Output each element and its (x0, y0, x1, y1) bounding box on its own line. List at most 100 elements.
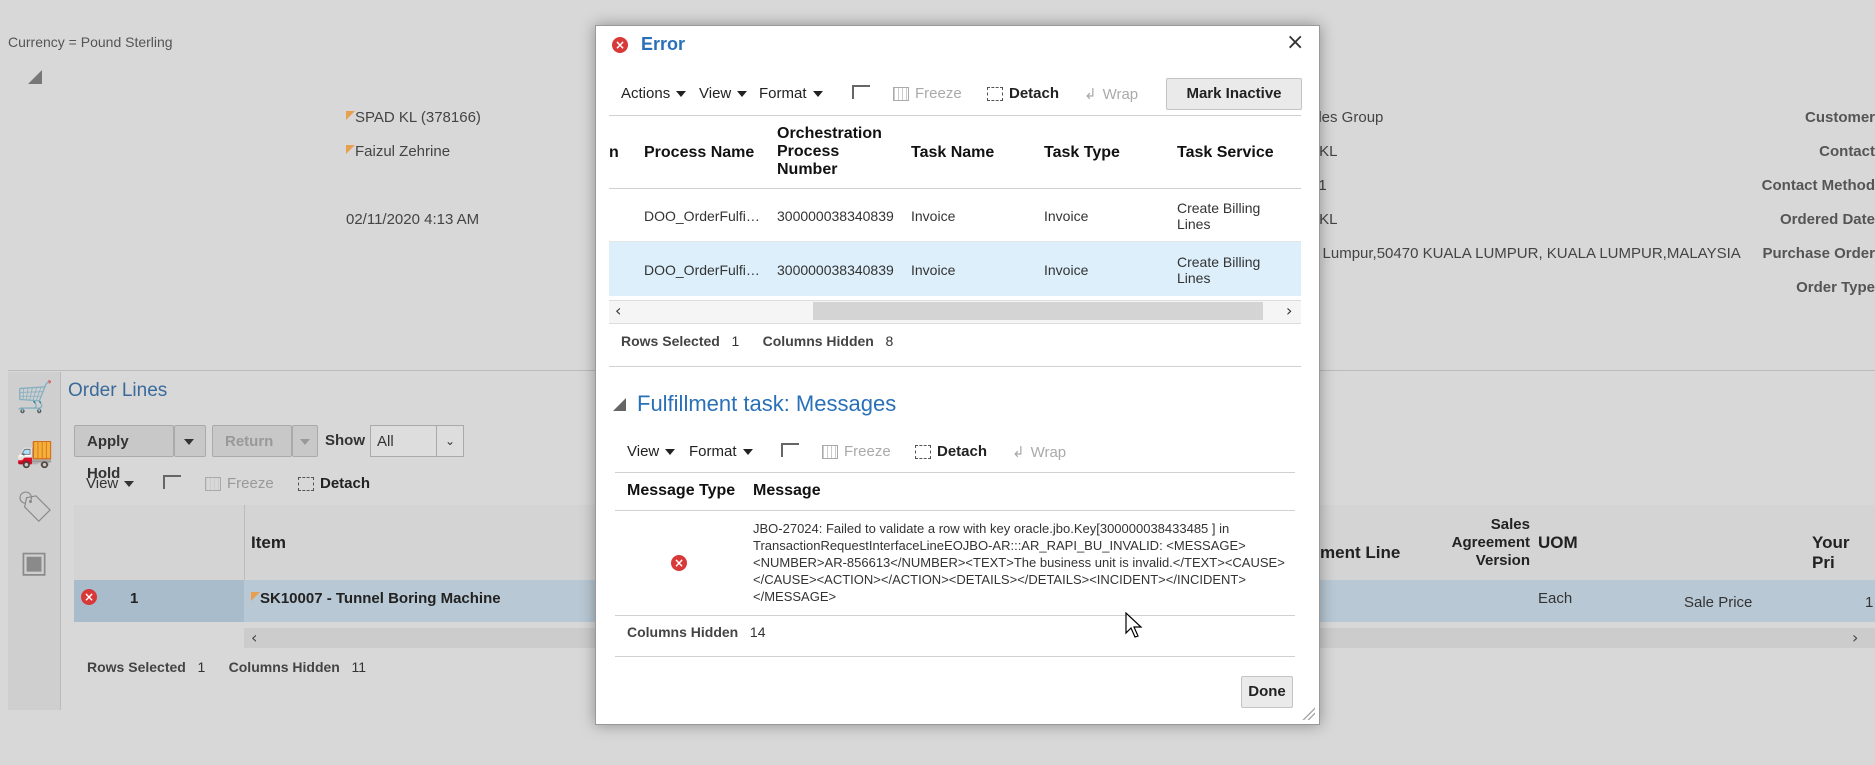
message-type-header[interactable]: Message Type (627, 482, 735, 500)
scroll-left-icon[interactable]: ‹ (615, 301, 621, 320)
row-number: 1 (130, 590, 139, 607)
freeze-button[interactable]: Freeze (822, 443, 891, 460)
customer-value-text: SPAD KL (378166) (355, 109, 481, 126)
task-name-cell: Invoice (911, 208, 956, 224)
task-service-header[interactable]: Task Service (1177, 144, 1274, 162)
message-error-icon: × (671, 554, 687, 571)
row-uom: Each (1538, 590, 1573, 607)
item-column-header[interactable]: Item (251, 533, 286, 553)
messages-section-title: Fulfillment task: Messages (637, 391, 897, 416)
process-number-cell: 300000038340839 (777, 262, 894, 278)
detach-icon (987, 86, 1003, 101)
contact-card-icon[interactable]: ▣ (16, 545, 52, 581)
detach-button[interactable]: Detach (915, 443, 987, 460)
return-label: Return (225, 433, 274, 450)
wrap-icon: ↲ (1012, 443, 1025, 461)
scroll-right-icon[interactable]: › (1286, 301, 1292, 320)
view-menu[interactable]: View (86, 475, 135, 492)
collapse-triangle-icon[interactable] (613, 398, 626, 411)
format-menu[interactable]: Format (689, 443, 753, 460)
freeze-label: Freeze (844, 443, 891, 460)
cart-icon[interactable]: 🛒 (16, 380, 53, 416)
order-lines-title: Order Lines (68, 380, 168, 401)
header-divider (615, 510, 1295, 511)
wrap-icon: ↲ (1084, 85, 1097, 103)
apply-hold-dropdown[interactable] (174, 425, 206, 457)
format-label: Format (759, 85, 807, 102)
freeze-button[interactable]: Freeze (893, 85, 962, 102)
process-name-header[interactable]: Process Name (644, 144, 754, 162)
contact-value[interactable]: Faizul Zehrine (346, 143, 450, 160)
line-column-header[interactable]: ment Line (1320, 543, 1400, 563)
scrollbar-thumb[interactable] (813, 302, 1263, 320)
caret-down-icon (184, 439, 194, 446)
detach-icon (298, 476, 314, 491)
ordered-date-label: Ordered Date (1779, 211, 1875, 228)
apply-hold-button[interactable]: Apply Hold (74, 425, 174, 482)
tag-icon[interactable]: 🏷 (16, 490, 54, 526)
wrap-button[interactable]: ↲ Wrap (1012, 443, 1066, 461)
detach-button[interactable]: Detach (298, 475, 370, 492)
columns-hidden-value: 11 (351, 659, 367, 675)
contact-label: Contact (1819, 143, 1875, 160)
mouse-pointer-icon (1125, 612, 1143, 638)
messages-status: Columns Hidden 14 (627, 624, 765, 640)
task-service-cell: Create Billing Lines (1177, 200, 1261, 232)
truck-icon[interactable]: 🚚 (16, 435, 53, 471)
process-name-cell: DOO_OrderFulfi… (644, 208, 760, 224)
filter-icon[interactable] (852, 85, 870, 102)
row-error-icon[interactable]: × (81, 588, 97, 605)
row-divider (615, 615, 1295, 616)
scroll-right-icon[interactable]: › (1852, 628, 1858, 647)
return-dropdown[interactable] (292, 425, 318, 457)
chevron-down-icon[interactable]: ⌄ (436, 426, 463, 456)
done-button[interactable]: Done (1241, 676, 1293, 708)
rows-selected-label: Rows Selected (621, 333, 720, 349)
task-type-header[interactable]: Task Type (1044, 144, 1120, 162)
divider (615, 656, 1295, 657)
columns-hidden-label: Columns Hidden (228, 659, 340, 675)
ordered-date-value: 02/11/2020 4:13 AM (346, 211, 480, 228)
task-name-header[interactable]: Task Name (911, 144, 994, 162)
filter-icon[interactable] (163, 475, 181, 492)
scroll-left-icon[interactable]: ‹ (251, 628, 257, 647)
rows-selected-label: Rows Selected (87, 659, 186, 675)
view-menu[interactable]: View (699, 85, 748, 102)
contact-method-label: Contact Method (1761, 177, 1875, 194)
actions-label: Actions (621, 85, 671, 102)
price-column-header[interactable]: Your Pri (1812, 533, 1875, 573)
format-menu[interactable]: Format (759, 85, 823, 102)
freeze-icon (822, 444, 838, 459)
return-button[interactable]: Return (212, 425, 292, 457)
order-type-label: Order Type (1796, 279, 1875, 296)
filter-icon[interactable] (781, 443, 799, 460)
flag-icon (346, 145, 355, 154)
caret-down-icon (124, 481, 135, 488)
columns-hidden-value: 14 (749, 624, 766, 640)
orchestration-process-number-header[interactable]: Orchestration Process Number (777, 125, 897, 179)
mark-inactive-button[interactable]: Mark Inactive (1166, 78, 1302, 110)
task-service-cell: Create Billing Lines (1177, 254, 1261, 286)
collapse-triangle-icon[interactable] (28, 70, 42, 84)
side-rail (8, 372, 61, 710)
rows-selected-value: 1 (731, 333, 740, 349)
wrap-label: Wrap (1030, 443, 1067, 461)
grid-header-cell (74, 505, 244, 581)
columns-hidden-label: Columns Hidden (627, 624, 739, 640)
right-field-1: ales Group (1310, 109, 1384, 126)
caret-down-icon (742, 448, 753, 455)
customer-value[interactable]: SPAD KL (378166) (346, 109, 481, 126)
sales-agreement-column-header[interactable]: Sales Agreement Version (1440, 516, 1530, 570)
row-item[interactable]: SK10007 - Tunnel Boring Machine (251, 590, 501, 607)
resize-handle-icon[interactable] (1301, 706, 1315, 720)
message-header[interactable]: Message (753, 482, 821, 500)
cut-column-header[interactable]: n (609, 144, 619, 162)
close-icon[interactable]: × (1286, 30, 1304, 55)
uom-column-header[interactable]: UOM (1538, 533, 1578, 553)
detach-button[interactable]: Detach (987, 85, 1059, 102)
freeze-button[interactable]: Freeze (205, 475, 274, 492)
show-select[interactable]: All ⌄ (370, 425, 464, 457)
wrap-button[interactable]: ↲ Wrap (1084, 85, 1138, 103)
actions-menu[interactable]: Actions (621, 85, 687, 102)
view-menu[interactable]: View (627, 443, 676, 460)
